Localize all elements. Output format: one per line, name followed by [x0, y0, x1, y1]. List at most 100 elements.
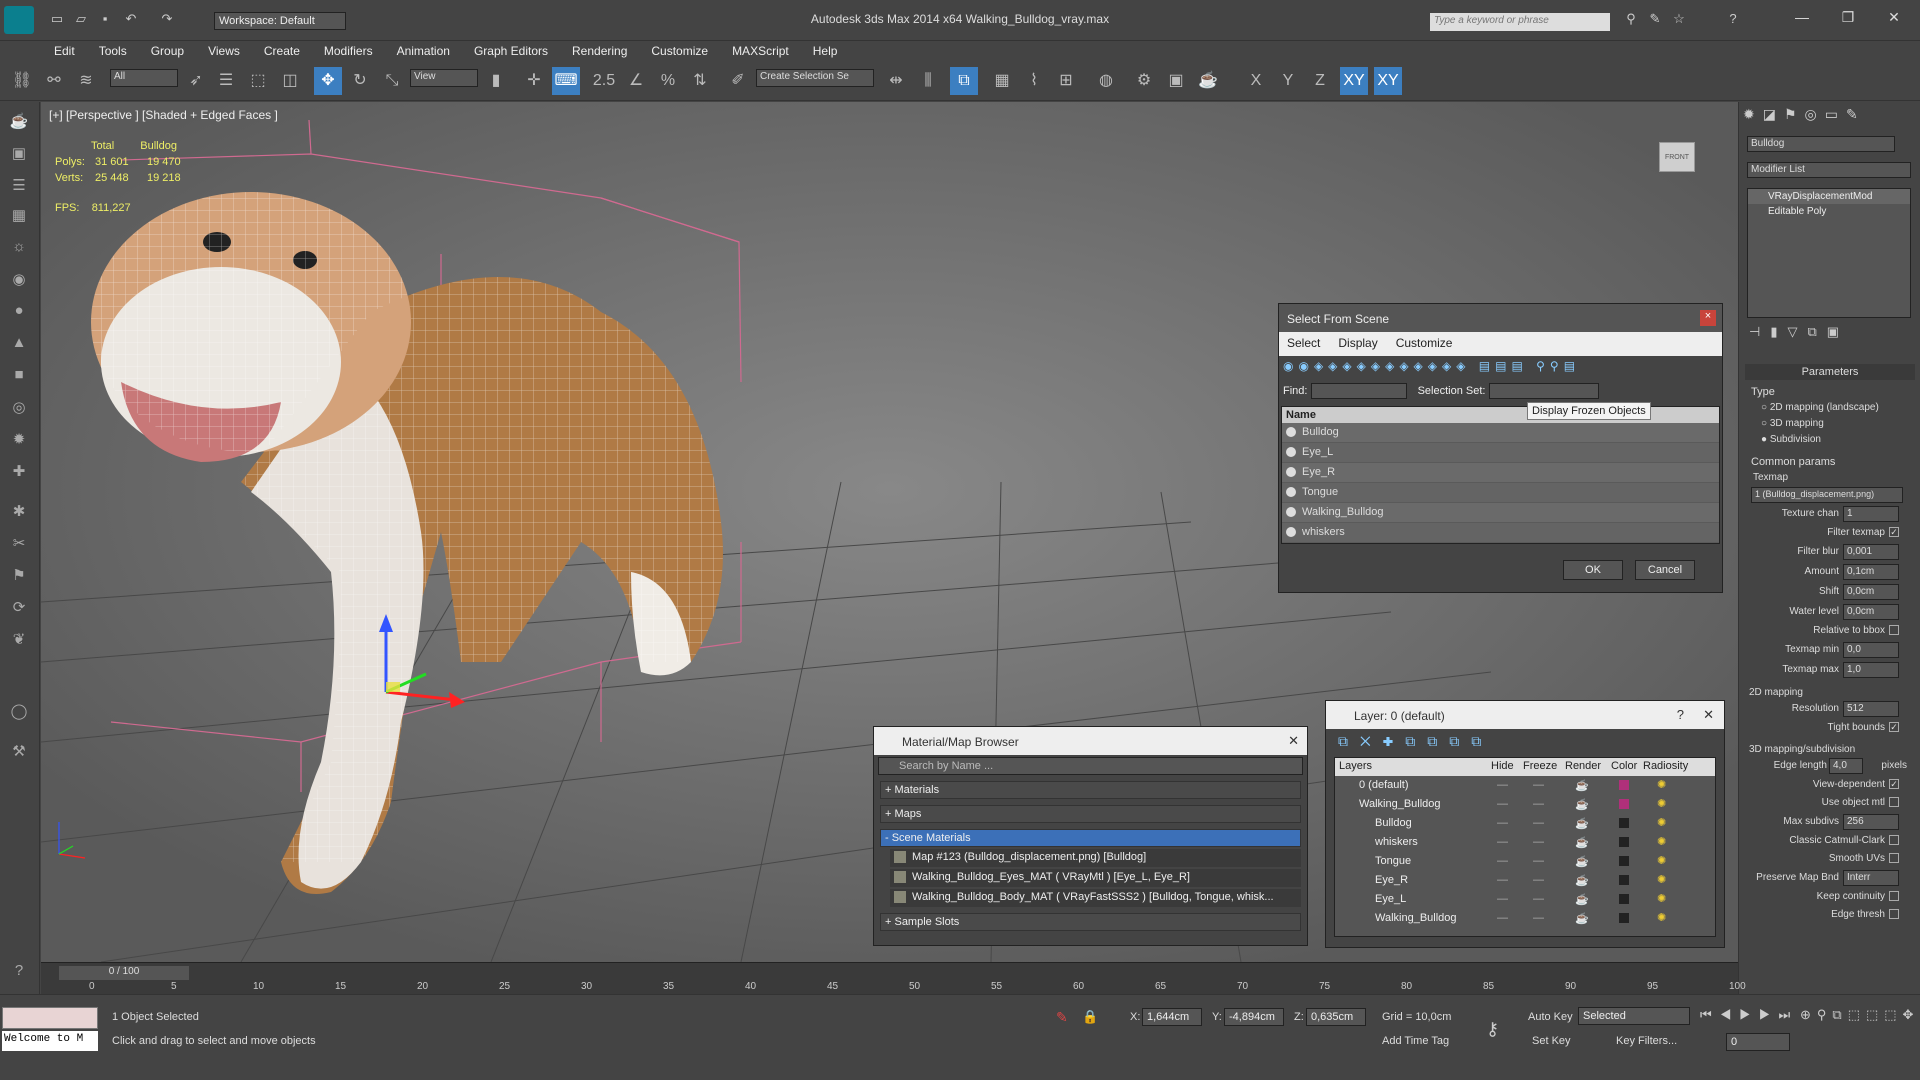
select-by-name-icon[interactable]: ☰	[212, 67, 240, 95]
close-icon[interactable]: ×	[1700, 310, 1716, 326]
max-subdivs-field[interactable]: 256	[1843, 814, 1899, 830]
cancel-button[interactable]: Cancel	[1635, 560, 1695, 580]
rect-selection-icon[interactable]: ⬚	[244, 67, 272, 95]
filter-texmap-checkbox[interactable]: ✓	[1889, 527, 1899, 537]
scene-object-row[interactable]: Eye_L	[1282, 443, 1719, 463]
freeze-toggle[interactable]: —	[1533, 893, 1544, 905]
layer-color-swatch[interactable]	[1619, 913, 1629, 923]
close-button[interactable]: ✕	[1874, 9, 1914, 29]
axis-xy-button[interactable]: XY	[1340, 67, 1368, 95]
bind-spacewarp-icon[interactable]: ≋	[72, 67, 100, 95]
name-column-header[interactable]: Name	[1282, 407, 1719, 423]
scene-material-item[interactable]: Map #123 (Bulldog_displacement.png) [Bul…	[890, 849, 1301, 867]
x-coordinate-field[interactable]: 1,644cm	[1142, 1008, 1202, 1026]
filter-toolbar[interactable]: ◉◉◈◈◈◈◈◈◈◈◈◈◈ ▤▤▤ ⚲⚲▤	[1279, 356, 1722, 380]
radiosity-icon[interactable]: ✺	[1657, 816, 1666, 829]
layer-color-swatch[interactable]	[1619, 894, 1629, 904]
keep-continuity-checkbox[interactable]	[1889, 891, 1899, 901]
layer-row[interactable]: 0 (default) — — ☕ ✺	[1335, 776, 1715, 795]
maximize-button[interactable]: ❐	[1828, 9, 1868, 29]
selection-filter-dropdown[interactable]: All	[110, 69, 178, 87]
layer-color-swatch[interactable]	[1619, 837, 1629, 847]
help-icon[interactable]: ?	[1722, 11, 1744, 29]
help-icon[interactable]: ?	[1677, 707, 1684, 722]
menu-edit[interactable]: Edit	[40, 42, 85, 58]
axis-y-button[interactable]: Y	[1274, 67, 1302, 95]
box-icon[interactable]: ■	[6, 366, 32, 390]
viewport-label[interactable]: [+] [Perspective ] [Shaded + Edged Faces…	[49, 108, 278, 122]
close-icon[interactable]: ✕	[1288, 733, 1299, 749]
browser-group-header[interactable]: + Maps	[880, 805, 1301, 823]
viewcube[interactable]: FRONT	[1659, 142, 1695, 172]
scene-object-row[interactable]: Tongue	[1282, 483, 1719, 503]
texture-chan-field[interactable]: 1	[1843, 506, 1899, 522]
render-icon[interactable]: ▣	[6, 144, 32, 168]
link-icon[interactable]: ⛓	[8, 67, 36, 95]
cone-icon[interactable]: ▲	[6, 334, 32, 358]
scene-material-item[interactable]: Walking_Bulldog_Body_MAT ( VRayFastSSS2 …	[890, 889, 1301, 907]
layer-column-header[interactable]: Radiosity	[1643, 760, 1688, 772]
layer-row[interactable]: Tongue — — ☕ ✺	[1335, 852, 1715, 871]
ok-button[interactable]: OK	[1563, 560, 1623, 580]
motion-icon[interactable]: ⟳	[6, 598, 32, 622]
radiosity-icon[interactable]: ✺	[1657, 892, 1666, 905]
torus-icon[interactable]: ◎	[6, 398, 32, 422]
help-icon[interactable]: ?	[6, 962, 32, 986]
texmap-button[interactable]: 1 (Bulldog_displacement.png)	[1751, 487, 1903, 503]
layer-row[interactable]: Bulldog — — ☕ ✺	[1335, 814, 1715, 833]
layer-color-swatch[interactable]	[1619, 856, 1629, 866]
star-icon[interactable]: ☆	[1668, 11, 1690, 29]
light-icon[interactable]: ☼	[6, 238, 32, 262]
radio-3d-mapping[interactable]: ○ 3D mapping	[1761, 416, 1915, 432]
hide-toggle[interactable]: —	[1497, 912, 1508, 924]
selection-set-dropdown[interactable]	[1488, 383, 1599, 399]
lock-icon[interactable]: 🔒	[1082, 1009, 1098, 1025]
select-manipulate-icon[interactable]: ✛	[520, 67, 548, 95]
layer-color-swatch[interactable]	[1619, 780, 1629, 790]
graphite-icon[interactable]: ▦	[988, 67, 1016, 95]
pixels-checkbox-label[interactable]: pixels	[1881, 760, 1907, 771]
pivot-icon[interactable]: ▮	[482, 67, 510, 95]
scale-icon[interactable]: ⤡	[378, 67, 406, 95]
rotate-icon[interactable]: ↻	[346, 67, 374, 95]
schematic-view-icon[interactable]: ⊞	[1052, 67, 1080, 95]
minimize-button[interactable]: —	[1782, 9, 1822, 29]
layer-color-swatch[interactable]	[1619, 818, 1629, 828]
y-coordinate-field[interactable]: -4,894cm	[1224, 1008, 1284, 1026]
menu-views[interactable]: Views	[194, 42, 250, 58]
radiosity-icon[interactable]: ✺	[1657, 778, 1666, 791]
edge-length-field[interactable]: 4,0	[1829, 758, 1863, 774]
texmap-min-field[interactable]: 0,0	[1843, 642, 1899, 658]
playback-controls[interactable]: ⏮◀▶▶⏭	[1700, 1007, 1798, 1023]
stack-item-vraydisplacement[interactable]: VRayDisplacementMod	[1748, 189, 1910, 204]
amount-field[interactable]: 0,1cm	[1843, 564, 1899, 580]
render-teapot-icon[interactable]: ☕	[1575, 855, 1589, 868]
mirror-icon[interactable]: ⇹	[882, 67, 910, 95]
find-input[interactable]	[1310, 383, 1407, 399]
tight-bounds-checkbox[interactable]: ✓	[1889, 722, 1899, 732]
layer-column-header[interactable]: Render	[1565, 760, 1601, 772]
preserve-map-field[interactable]: Interr	[1843, 870, 1899, 886]
key-filters-button[interactable]: Key Filters...	[1616, 1035, 1677, 1047]
hide-toggle[interactable]: —	[1497, 836, 1508, 848]
scene-object-row[interactable]: Eye_R	[1282, 463, 1719, 483]
texmap-max-field[interactable]: 1,0	[1843, 662, 1899, 678]
shift-field[interactable]: 0,0cm	[1843, 584, 1899, 600]
named-selection-dropdown[interactable]: Create Selection Se	[756, 69, 874, 87]
radiosity-icon[interactable]: ✺	[1657, 797, 1666, 810]
menu-customize[interactable]: Customize	[1396, 336, 1453, 350]
freeze-toggle[interactable]: —	[1533, 817, 1544, 829]
render-teapot-icon[interactable]: ☕	[1575, 798, 1589, 811]
sun-icon[interactable]: ✹	[6, 430, 32, 454]
wrench-icon[interactable]: ✂	[6, 534, 32, 558]
helper-icon[interactable]: ✚	[6, 462, 32, 486]
render-teapot-icon[interactable]: ☕	[1575, 817, 1589, 830]
water-level-field[interactable]: 0,0cm	[1843, 604, 1899, 620]
layer-row[interactable]: Walking_Bulldog — — ☕ ✺	[1335, 909, 1715, 928]
browser-group-header[interactable]: - Scene Materials	[880, 829, 1301, 847]
freeze-toggle[interactable]: —	[1533, 798, 1544, 810]
hide-toggle[interactable]: —	[1497, 893, 1508, 905]
edge-thresh-checkbox[interactable]	[1889, 909, 1899, 919]
menu-maxscript[interactable]: MAXScript	[718, 42, 799, 58]
sample-slots-group[interactable]: + Sample Slots	[880, 913, 1301, 931]
